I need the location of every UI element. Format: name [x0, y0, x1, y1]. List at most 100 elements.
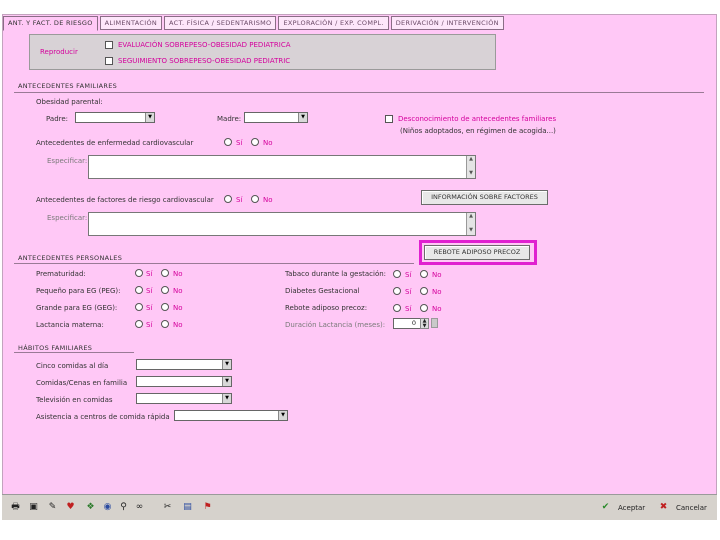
prematuridad-no-radio[interactable]	[161, 269, 169, 277]
tab-antecedentes[interactable]: ANT. Y FACT. DE RIESGO	[3, 16, 98, 31]
riesgo-no-radio[interactable]	[251, 195, 259, 203]
familiares-title: ANTECEDENTES FAMILIARES	[18, 82, 118, 90]
followup-checkbox[interactable]	[105, 57, 113, 65]
tab-alimentacion[interactable]: ALIMENTACIÓN	[99, 16, 163, 30]
tabaco-no-radio[interactable]	[420, 270, 428, 278]
globe-icon[interactable]: ◉	[102, 502, 113, 513]
print-icon[interactable]: 🖶	[10, 502, 21, 513]
geg-no-radio[interactable]	[161, 303, 169, 311]
accept-button[interactable]: Aceptar	[618, 504, 645, 512]
geg-si-label: Sí	[146, 304, 153, 312]
riesgo-si-radio[interactable]	[224, 195, 232, 203]
chevron-down-icon: ▼	[222, 394, 231, 403]
padre-label: Padre:	[46, 115, 69, 123]
cardio-si-label: Sí	[236, 139, 243, 147]
tabaco-si-radio[interactable]	[393, 270, 401, 278]
tab-exploracion[interactable]: EXPLORACIÓN / EXP. COMPL.	[278, 16, 389, 30]
reproduce-panel: Reproducir EVALUACIÓN SOBREPESO-OBESIDAD…	[29, 34, 496, 70]
rebote-label: Rebote adiposo precoz:	[285, 304, 368, 312]
desconocimiento-label: Desconocimiento de antecedentes familiar…	[398, 115, 557, 123]
cardio-no-label: No	[263, 139, 273, 147]
tools-icon[interactable]: ✂	[162, 502, 173, 513]
prematuridad-si-radio[interactable]	[135, 269, 143, 277]
rebote-no-label: No	[432, 305, 442, 313]
chevron-down-icon: ▼	[145, 113, 154, 122]
television-select[interactable]: ▼	[136, 393, 232, 404]
link-icon[interactable]: ∞	[134, 502, 145, 513]
prematuridad-label: Prematuridad:	[36, 270, 86, 278]
habitos-title: HÁBITOS FAMILIARES	[18, 344, 93, 352]
spin-arrows-icon[interactable]: ▲ ▼	[420, 318, 429, 329]
bookmark-icon[interactable]: ❖	[85, 502, 96, 513]
heart-icon[interactable]: ♥	[65, 502, 76, 513]
scrollbar[interactable]: ▲ ▼	[466, 213, 475, 235]
evaluation-checkbox[interactable]	[105, 41, 113, 49]
comidas-familia-select[interactable]: ▼	[136, 376, 232, 387]
madre-label: Madre:	[217, 115, 242, 123]
cardio-si-radio[interactable]	[224, 138, 232, 146]
geg-si-radio[interactable]	[135, 303, 143, 311]
prematuridad-no-label: No	[173, 270, 183, 278]
lactancia-label: Lactancia materna:	[36, 321, 104, 329]
television-label: Televisión en comidas	[36, 396, 113, 404]
highlight-box	[419, 240, 537, 265]
rebote-si-radio[interactable]	[393, 304, 401, 312]
cardio-no-radio[interactable]	[251, 138, 259, 146]
diabetes-no-label: No	[432, 288, 442, 296]
rebote-si-label: Sí	[405, 305, 412, 313]
pencil-icon[interactable]: ✎	[47, 502, 58, 513]
bottom-toolbar: 🖶 ▣ ✎ ♥ ❖ ◉ ⚲ ∞ ✂ ▤ ⚑ ✔ Aceptar ✖ Cancel…	[2, 494, 717, 520]
duracion-lactancia-label: Duración Lactancia (meses):	[285, 321, 386, 329]
peg-si-label: Sí	[146, 287, 153, 295]
cancel-icon[interactable]: ✖	[658, 502, 669, 513]
personales-title: ANTECEDENTES PERSONALES	[18, 254, 123, 262]
tab-derivacion[interactable]: DERIVACIÓN / INTERVENCIÓN	[390, 16, 504, 30]
cinco-comidas-label: Cinco comidas al día	[36, 362, 109, 370]
spin-extra	[431, 318, 438, 328]
peg-label: Pequeño para EG (PEG):	[36, 287, 121, 295]
scrollbar[interactable]: ▲ ▼	[466, 156, 475, 178]
diabetes-no-radio[interactable]	[420, 287, 428, 295]
info-factores-button[interactable]: INFORMACIÓN SOBRE FACTORES	[421, 190, 548, 205]
diabetes-si-label: Sí	[405, 288, 412, 296]
lactancia-si-label: Sí	[146, 321, 153, 329]
riesgo-si-label: Sí	[236, 196, 243, 204]
comida-rapida-select[interactable]: ▼	[174, 410, 288, 421]
cardio-specify-field[interactable]: ▲ ▼	[88, 155, 476, 179]
divider	[14, 352, 134, 353]
chevron-down-icon: ▼	[278, 411, 287, 420]
rebote-no-radio[interactable]	[420, 304, 428, 312]
padre-select[interactable]: ▼	[75, 112, 155, 123]
lactancia-si-radio[interactable]	[135, 320, 143, 328]
lactancia-no-radio[interactable]	[161, 320, 169, 328]
tabaco-si-label: Sí	[405, 271, 412, 279]
document-icon[interactable]: ▤	[182, 502, 193, 513]
evaluation-option-label: EVALUACIÓN SOBREPESO-OBESIDAD PEDIATRICA	[118, 41, 291, 49]
reproduce-label: Reproducir	[40, 48, 78, 56]
flag-icon[interactable]: ⚑	[202, 502, 213, 513]
cardio-specify-label: Especificar:	[47, 157, 88, 165]
monitor-icon[interactable]: ▣	[28, 502, 39, 513]
madre-select[interactable]: ▼	[244, 112, 308, 123]
diabetes-si-radio[interactable]	[393, 287, 401, 295]
riesgo-specify-field[interactable]: ▲ ▼	[88, 212, 476, 236]
accept-icon[interactable]: ✔	[600, 502, 611, 513]
tab-actividad-fisica[interactable]: ACT. FÍSICA / SEDENTARISMO	[164, 16, 277, 30]
cardio-label: Antecedentes de enfermedad cardiovascula…	[36, 139, 194, 147]
divider	[14, 92, 704, 93]
geg-no-label: No	[173, 304, 183, 312]
divider	[14, 263, 414, 264]
cinco-comidas-select[interactable]: ▼	[136, 359, 232, 370]
comida-rapida-label: Asistencia a centros de comida rápida	[36, 413, 170, 421]
lactancia-no-label: No	[173, 321, 183, 329]
peg-no-label: No	[173, 287, 183, 295]
comidas-familia-label: Comidas/Cenas en familia	[36, 379, 128, 387]
chevron-down-icon: ▼	[222, 360, 231, 369]
riesgo-no-label: No	[263, 196, 273, 204]
search-icon[interactable]: ⚲	[118, 502, 129, 513]
desconocimiento-checkbox[interactable]	[385, 115, 393, 123]
tabaco-label: Tabaco durante la gestación:	[285, 270, 387, 278]
cancel-button[interactable]: Cancelar	[676, 504, 707, 512]
peg-si-radio[interactable]	[135, 286, 143, 294]
peg-no-radio[interactable]	[161, 286, 169, 294]
